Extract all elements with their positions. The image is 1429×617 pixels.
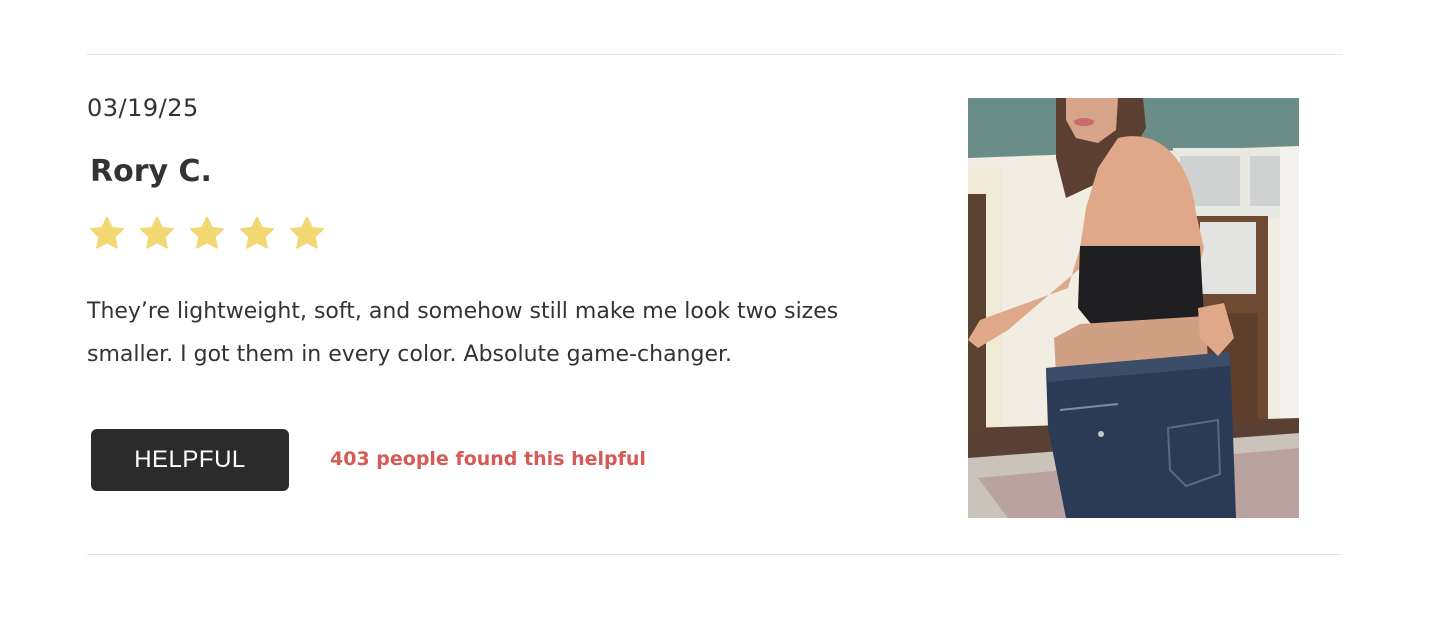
star-icon: [140, 216, 174, 249]
star-icon: [240, 216, 274, 249]
star-icon: [90, 216, 124, 249]
review-date: 03/19/25: [87, 94, 199, 122]
reviewer-name: Rory C.: [90, 154, 212, 189]
star-icon: [290, 216, 324, 249]
review-photo-image: [968, 98, 1299, 518]
bottom-divider: [87, 554, 1342, 555]
review-photo[interactable]: [968, 98, 1299, 518]
star-rating: [87, 214, 327, 254]
top-divider: [87, 54, 1342, 55]
helpful-button[interactable]: HELPFUL: [91, 429, 289, 491]
helpful-count: 403 people found this helpful: [330, 448, 646, 470]
star-icon: [190, 216, 224, 249]
review-text: They’re lightweight, soft, and somehow s…: [87, 299, 839, 367]
